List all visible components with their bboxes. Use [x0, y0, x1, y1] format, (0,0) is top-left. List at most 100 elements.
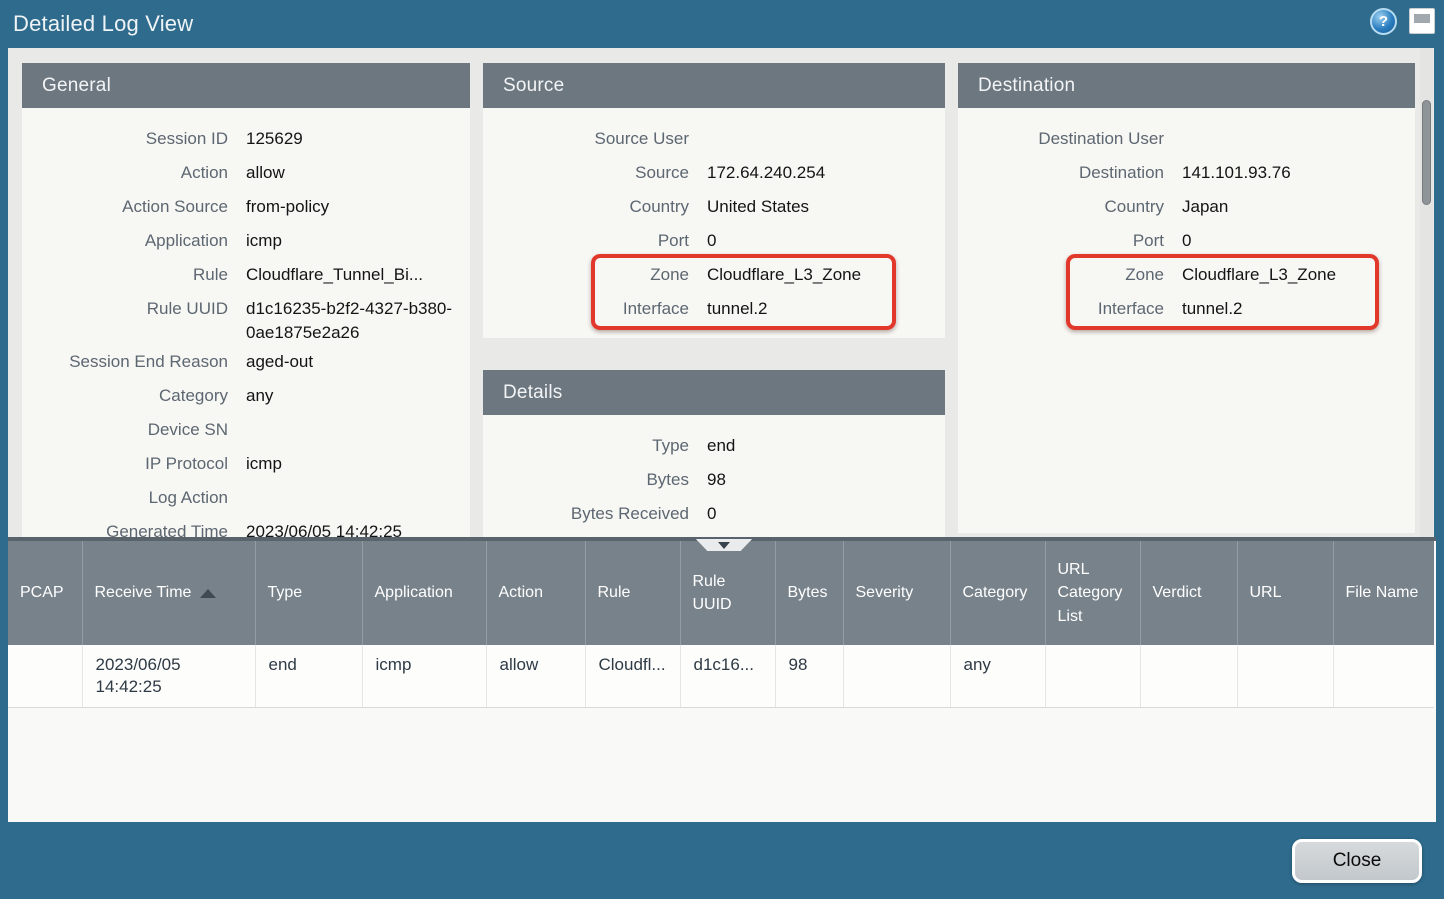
- cell-application: icmp: [362, 645, 486, 708]
- column-header-url[interactable]: URL: [1237, 541, 1333, 645]
- field-row-action: Action allow: [30, 156, 462, 190]
- log-detail-section: General Session ID 125629 Action allow Act…: [8, 48, 1434, 537]
- field-label: Session ID: [30, 127, 228, 156]
- cell-verdict: [1140, 645, 1237, 708]
- field-value: 125629: [246, 127, 462, 156]
- panel-details-body: Typeend Bytes98 Bytes Received0: [483, 415, 945, 537]
- field-value: United States: [707, 195, 923, 224]
- column-header-type[interactable]: Type: [255, 541, 362, 645]
- field-value: icmp: [246, 229, 462, 258]
- field-value: [1182, 127, 1398, 156]
- column-header-rule-uuid[interactable]: Rule UUID: [680, 541, 775, 645]
- field-label: Source User: [491, 127, 689, 156]
- log-table-section: PCAP Receive Time Type Application Actio…: [8, 537, 1436, 822]
- page-title: Detailed Log View: [13, 11, 193, 37]
- cell-category: any: [950, 645, 1045, 708]
- field-value: allow: [246, 161, 462, 190]
- panel-source-header: Source: [483, 63, 945, 108]
- panel-general: General Session ID 125629 Action allow Act…: [22, 63, 470, 537]
- field-value: tunnel.2: [1182, 297, 1398, 326]
- panel-destination-header: Destination: [958, 63, 1415, 108]
- field-value: 172.64.240.254: [707, 161, 923, 190]
- field-label: Rule: [30, 263, 228, 292]
- field-value: tunnel.2: [707, 297, 923, 326]
- field-label: Session End Reason: [30, 350, 228, 379]
- field-row-destination-interface: Interface tunnel.2: [966, 292, 1407, 326]
- help-icon[interactable]: ?: [1370, 8, 1397, 35]
- field-row-source-user: Source User: [491, 122, 937, 156]
- field-row-destination-country: CountryJapan: [966, 190, 1407, 224]
- field-row-source-country: Country United States: [491, 190, 937, 224]
- field-label: Action: [30, 161, 228, 190]
- field-row-source-zone: ZoneCloudflare_L3_Zone: [491, 258, 937, 292]
- scrollbar-thumb[interactable]: [1422, 100, 1431, 205]
- column-header-file-name[interactable]: File Name: [1333, 541, 1434, 645]
- column-header-url-category-list[interactable]: URL Category List: [1045, 541, 1140, 645]
- cell-rule: Cloudfl...: [585, 645, 680, 708]
- cell-url-category-list: [1045, 645, 1140, 708]
- field-label: IP Protocol: [30, 452, 228, 481]
- field-label: Application: [30, 229, 228, 258]
- column-header-action[interactable]: Action: [486, 541, 585, 645]
- field-value: Cloudflare_Tunnel_Bi...: [246, 263, 462, 292]
- field-label: Device SN: [30, 418, 228, 447]
- column-header-receive-time[interactable]: Receive Time: [82, 541, 255, 645]
- field-value: 141.101.93.76: [1182, 161, 1398, 190]
- question-mark-glyph: ?: [1379, 13, 1388, 30]
- field-label: Country: [491, 195, 689, 224]
- field-value: 0: [707, 502, 923, 531]
- field-label: Interface: [966, 297, 1164, 326]
- cell-pcap: [8, 645, 82, 708]
- field-row-device-sn: Device SN: [30, 413, 462, 447]
- column-header-severity[interactable]: Severity: [843, 541, 950, 645]
- field-row-rule: Rule Cloudflare_Tunnel_Bi...: [30, 258, 462, 292]
- field-value: Cloudflare_L3_Zone: [707, 263, 923, 292]
- column-header-bytes[interactable]: Bytes: [775, 541, 843, 645]
- field-value: [707, 127, 923, 156]
- field-row-bytes: Bytes98: [491, 463, 937, 497]
- table-row[interactable]: 2023/06/05 14:42:25 end icmp allow Cloud…: [8, 645, 1434, 708]
- field-label: Rule UUID: [30, 297, 228, 345]
- field-row-session-end-reason: Session End Reason aged-out: [30, 345, 462, 379]
- scrollbar-track[interactable]: [1420, 48, 1433, 537]
- field-row-destination-port: Port 0: [966, 224, 1407, 258]
- column-header-verdict[interactable]: Verdict: [1140, 541, 1237, 645]
- field-value: from-policy: [246, 195, 462, 224]
- field-row-rule-uuid: Rule UUIDd1c16235-b2f2-4327-b380-0ae1875…: [30, 292, 462, 345]
- field-label: Port: [966, 229, 1164, 258]
- field-value: Cloudflare_L3_Zone: [1182, 263, 1398, 292]
- field-label: Type: [491, 434, 689, 463]
- triangle-down-icon: [718, 542, 730, 549]
- cell-rule-uuid: d1c16...: [680, 645, 775, 708]
- field-value: 2023/06/05 14:42:25: [246, 520, 462, 537]
- window-restore-icon[interactable]: [1409, 8, 1435, 34]
- panel-source-body: Source User Source 172.64.240.254 Country…: [483, 108, 945, 332]
- panel-general-header: General: [22, 63, 470, 108]
- close-button[interactable]: Close: [1292, 839, 1422, 883]
- column-header-rule[interactable]: Rule: [585, 541, 680, 645]
- field-row-generated-time: Generated Time2023/06/05 14:42:25: [30, 515, 462, 537]
- field-row-log-action: Log Action: [30, 481, 462, 515]
- column-header-category[interactable]: Category: [950, 541, 1045, 645]
- column-header-pcap[interactable]: PCAP: [8, 541, 82, 645]
- cell-action: allow: [486, 645, 585, 708]
- field-value: aged-out: [246, 350, 462, 379]
- column-header-application[interactable]: Application: [362, 541, 486, 645]
- panel-destination-body: Destination User Destination 141.101.93.7…: [958, 108, 1415, 332]
- field-label: Interface: [491, 297, 689, 326]
- panel-source: Source Source User Source 172.64.240.254 …: [483, 63, 945, 338]
- cell-bytes: 98: [775, 645, 843, 708]
- field-row-destination-zone: ZoneCloudflare_L3_Zone: [966, 258, 1407, 292]
- field-label: Destination: [966, 161, 1164, 190]
- field-label: Destination User: [966, 127, 1164, 156]
- field-value: [246, 418, 462, 447]
- table-header-row: PCAP Receive Time Type Application Actio…: [8, 541, 1434, 645]
- field-value: 0: [1182, 229, 1398, 258]
- field-label: Log Action: [30, 486, 228, 515]
- log-table: PCAP Receive Time Type Application Actio…: [8, 541, 1434, 708]
- field-label: Source: [491, 161, 689, 190]
- field-row-action-source: Action Sourcefrom-policy: [30, 190, 462, 224]
- field-row-destination: Destination 141.101.93.76: [966, 156, 1407, 190]
- cell-type: end: [255, 645, 362, 708]
- field-row-destination-user: Destination User: [966, 122, 1407, 156]
